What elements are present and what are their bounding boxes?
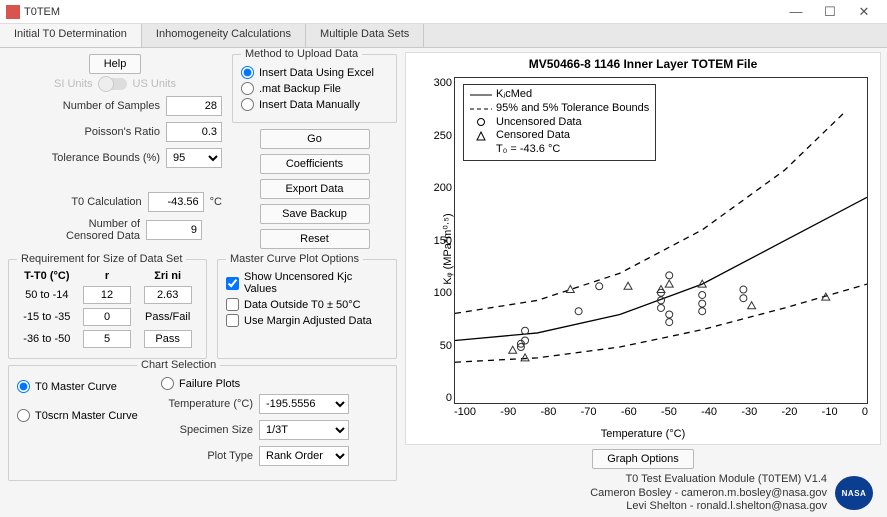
- save-backup-button[interactable]: Save Backup: [260, 204, 370, 224]
- help-button[interactable]: Help: [89, 54, 142, 74]
- units-toggle[interactable]: [99, 78, 127, 90]
- titlebar: T0TEM — ☐ ✕: [0, 0, 887, 24]
- requirement-group: Requirement for Size of Data Set T-T0 (°…: [8, 259, 207, 359]
- t0scrn-radio[interactable]: [17, 409, 30, 422]
- t0scrn-label: T0scrn Master Curve: [35, 410, 138, 422]
- req-r3-r[interactable]: [83, 330, 131, 348]
- req-legend: Requirement for Size of Data Set: [17, 253, 186, 265]
- temperature-select[interactable]: -195.5556: [259, 394, 349, 414]
- footer-line2: Cameron Bosley - cameron.m.bosley@nasa.g…: [590, 487, 827, 500]
- units-toggle-row: SI Units US Units: [8, 78, 222, 90]
- go-button[interactable]: Go: [260, 129, 370, 149]
- req-r2-range: -15 to -35: [17, 306, 77, 328]
- t0calc-unit: °C: [210, 196, 222, 208]
- req-r1-s: [144, 286, 192, 304]
- upload-manual-radio[interactable]: [241, 98, 254, 111]
- legend-t0: T₀ = -43.6 °C: [496, 143, 560, 157]
- data-outside-check[interactable]: [226, 298, 239, 311]
- upload-excel-label: Insert Data Using Excel: [259, 67, 374, 79]
- legend-bounds: 95% and 5% Tolerance Bounds: [496, 102, 649, 116]
- req-h2: r: [77, 268, 138, 284]
- graph-options-button[interactable]: Graph Options: [592, 449, 694, 469]
- t0-master-label: T0 Master Curve: [35, 381, 117, 393]
- minimize-button[interactable]: —: [779, 1, 813, 23]
- legend-uncensored: Uncensored Data: [496, 116, 582, 130]
- mc-opts-legend: Master Curve Plot Options: [226, 253, 363, 265]
- tab-inhomogeneity[interactable]: Inhomogeneity Calculations: [142, 24, 306, 47]
- chart-sel-legend: Chart Selection: [137, 359, 220, 371]
- upload-excel-radio[interactable]: [241, 66, 254, 79]
- specimen-size-label: Specimen Size: [161, 424, 253, 436]
- margin-adjusted-label: Use Margin Adjusted Data: [244, 315, 372, 327]
- maximize-button[interactable]: ☐: [813, 1, 847, 23]
- legend-median: KⱼcMed: [496, 88, 532, 102]
- tab-multiple-data[interactable]: Multiple Data Sets: [306, 24, 424, 47]
- mc-options-group: Master Curve Plot Options Show Uncensore…: [217, 259, 397, 359]
- req-r3-range: -36 to -50: [17, 328, 77, 350]
- upload-mat-radio[interactable]: [241, 82, 254, 95]
- failure-plots-label: Failure Plots: [179, 378, 240, 390]
- poisson-label: Poisson's Ratio: [85, 126, 160, 138]
- chart-selection-group: Chart Selection T0 Master Curve T0scrn M…: [8, 365, 397, 481]
- nasa-logo-icon: [835, 476, 873, 510]
- tab-bar: Initial T0 Determination Inhomogeneity C…: [0, 24, 887, 48]
- req-h3: Σri ni: [137, 268, 198, 284]
- legend-censored: Censored Data: [496, 129, 570, 143]
- failure-plots-radio[interactable]: [161, 377, 174, 390]
- footer-line3: Levi Shelton - ronald.l.shelton@nasa.gov: [590, 500, 827, 513]
- margin-adjusted-check[interactable]: [226, 314, 239, 327]
- chart-title: MV50466-8 1146 Inner Layer TOTEM File: [406, 57, 880, 71]
- data-outside-label: Data Outside T0 ± 50°C: [244, 299, 361, 311]
- si-units-label: SI Units: [54, 78, 93, 90]
- chart-legend: KⱼcMed 95% and 5% Tolerance Bounds Uncen…: [463, 84, 656, 161]
- temperature-label: Temperature (°C): [161, 398, 253, 410]
- tab-initial-t0[interactable]: Initial T0 Determination: [0, 24, 142, 47]
- upload-manual-label: Insert Data Manually: [259, 99, 360, 111]
- upload-legend: Method to Upload Data: [241, 48, 362, 60]
- req-h1: T-T0 (°C): [17, 268, 77, 284]
- x-ticks: -100-90-80-70-60-50-40-30-20-100: [454, 406, 868, 418]
- footer: T0 Test Evaluation Module (T0TEM) V1.4 C…: [405, 473, 881, 515]
- req-r2-r[interactable]: [83, 308, 131, 326]
- req-passfail-output: [144, 330, 192, 348]
- tolerance-select[interactable]: 95: [166, 148, 222, 168]
- poisson-input[interactable]: [166, 122, 222, 142]
- req-table: T-T0 (°C)rΣri ni 50 to -14 -15 to -35 Pas…: [17, 268, 198, 350]
- coefficients-button[interactable]: Coefficients: [260, 154, 370, 174]
- export-data-button[interactable]: Export Data: [260, 179, 370, 199]
- t0calc-label: T0 Calculation: [71, 196, 141, 208]
- num-samples-label: Number of Samples: [63, 100, 160, 112]
- footer-line1: T0 Test Evaluation Module (T0TEM) V1.4: [590, 473, 827, 486]
- close-button[interactable]: ✕: [847, 1, 881, 23]
- req-r1-range: 50 to -14: [17, 284, 77, 306]
- t0-master-radio[interactable]: [17, 380, 30, 393]
- censored-label: Number of Censored Data: [60, 218, 140, 242]
- plot-region: KⱼcMed 95% and 5% Tolerance Bounds Uncen…: [454, 77, 868, 404]
- reset-button[interactable]: Reset: [260, 229, 370, 249]
- x-axis-label: Temperature (°C): [601, 428, 685, 440]
- window-title: T0TEM: [24, 6, 779, 18]
- chart-area: MV50466-8 1146 Inner Layer TOTEM File Kᵩ…: [405, 52, 881, 445]
- show-uncensored-check[interactable]: [226, 277, 239, 290]
- tolerance-label: Tolerance Bounds (%): [52, 152, 160, 164]
- specimen-size-select[interactable]: 1/3T: [259, 420, 349, 440]
- num-samples-input[interactable]: [166, 96, 222, 116]
- show-uncensored-label: Show Uncensored Kjc Values: [244, 271, 388, 295]
- censored-output: [146, 220, 202, 240]
- app-icon: [6, 5, 20, 19]
- upload-group: Method to Upload Data Insert Data Using …: [232, 54, 397, 123]
- plot-type-label: Plot Type: [161, 450, 253, 462]
- us-units-label: US Units: [133, 78, 176, 90]
- y-ticks: 300250200150100500: [430, 77, 452, 404]
- t0calc-output: [148, 192, 204, 212]
- upload-mat-label: .mat Backup File: [259, 83, 341, 95]
- req-passfail-label: Pass/Fail: [137, 306, 198, 328]
- req-r1-r[interactable]: [83, 286, 131, 304]
- plot-type-select[interactable]: Rank Order: [259, 446, 349, 466]
